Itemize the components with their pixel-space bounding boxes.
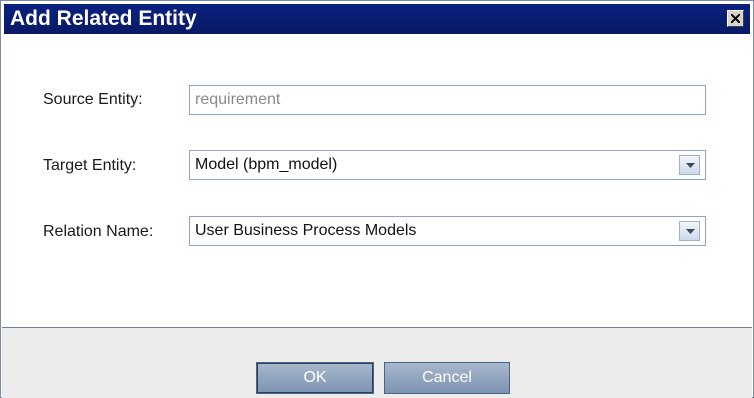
relation-name-dropdown-button[interactable] — [679, 221, 700, 241]
chevron-down-icon — [686, 229, 695, 234]
target-entity-dropdown[interactable]: Model (bpm_model) — [189, 150, 706, 180]
relation-name-dropdown[interactable]: User Business Process Models — [189, 216, 706, 246]
cancel-button[interactable]: Cancel — [384, 362, 510, 394]
source-entity-value: requirement — [195, 91, 281, 108]
chevron-down-icon — [686, 163, 695, 168]
add-related-entity-dialog: Add Related Entity Source Entity: requir… — [0, 0, 754, 398]
source-entity-label: Source Entity: — [43, 91, 143, 108]
target-entity-value: Model (bpm_model) — [195, 156, 338, 173]
relation-name-value: User Business Process Models — [195, 222, 417, 239]
close-icon — [731, 14, 740, 23]
source-entity-field[interactable]: requirement — [189, 85, 706, 115]
title-bar[interactable]: Add Related Entity — [4, 4, 750, 34]
target-entity-dropdown-button[interactable] — [679, 155, 700, 175]
dialog-title: Add Related Entity — [10, 7, 197, 30]
dialog-footer: OK Cancel — [2, 327, 752, 398]
close-button[interactable] — [727, 10, 744, 27]
target-entity-label: Target Entity: — [43, 157, 137, 174]
relation-name-label: Relation Name: — [43, 223, 154, 240]
ok-button[interactable]: OK — [256, 362, 374, 394]
